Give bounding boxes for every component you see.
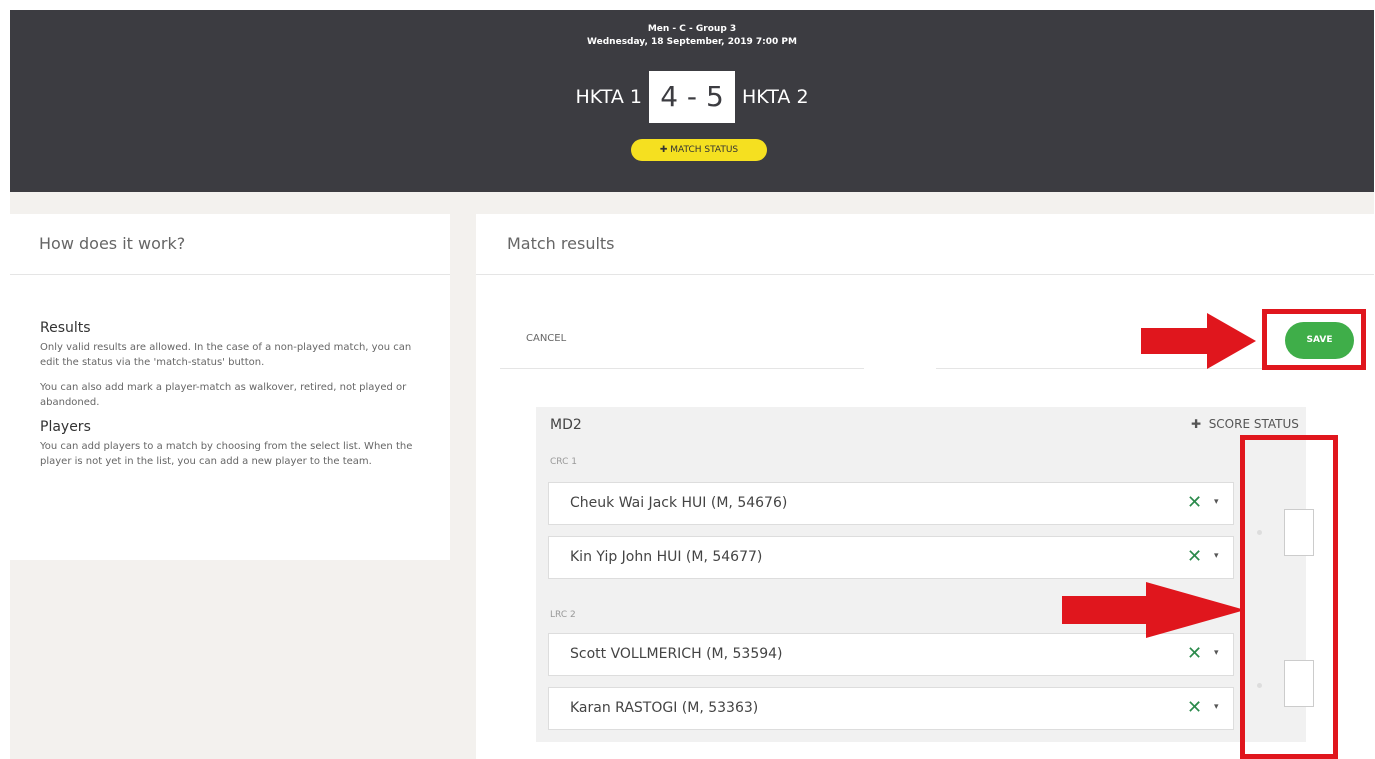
clear-icon[interactable]: ✕ (1187, 697, 1202, 718)
results-text-2: You can also add mark a player-match as … (40, 382, 407, 408)
plus-icon: ✚ (659, 145, 671, 155)
match-status-label: MATCH STATUS (670, 145, 739, 155)
away-team: HKTA 2 (742, 86, 809, 108)
scoreline: HKTA 1 4 - 5 HKTA 2 (10, 71, 1374, 123)
help-title: How does it work? (10, 214, 450, 275)
save-highlight-box (1262, 309, 1366, 370)
clear-icon[interactable]: ✕ (1187, 546, 1202, 567)
chevron-down-icon[interactable]: ▾ (1214, 551, 1219, 561)
chevron-down-icon[interactable]: ▾ (1214, 497, 1219, 507)
clear-icon[interactable]: ✕ (1187, 492, 1202, 513)
arrow-right-icon (1141, 313, 1256, 369)
match-date: Wednesday, 18 September, 2019 7:00 PM (587, 37, 797, 47)
match-results-title: Match results (476, 214, 1374, 275)
players-text: You can add players to a match by choosi… (40, 441, 413, 467)
clear-icon[interactable]: ✕ (1187, 643, 1202, 664)
match-block: MD2 ✚ SCORE STATUS CRC 1 Cheuk Wai Jack … (536, 407, 1306, 742)
divider (500, 368, 864, 369)
score-status-label: SCORE STATUS (1208, 417, 1299, 431)
team2-label: LRC 2 (550, 610, 576, 620)
player-name: Scott VOLLMERICH (M, 53594) (570, 646, 783, 662)
home-team: HKTA 1 (575, 86, 642, 108)
plus-icon: ✚ (1191, 417, 1209, 431)
match-status-button[interactable]: ✚ MATCH STATUS (631, 139, 767, 161)
score-status-button[interactable]: ✚ SCORE STATUS (1191, 417, 1299, 431)
score-input-highlight-box (1240, 435, 1338, 759)
player-select[interactable]: Kin Yip John HUI (M, 54677) ✕ ▾ (548, 536, 1234, 579)
player-name: Kin Yip John HUI (M, 54677) (570, 549, 763, 565)
chevron-down-icon[interactable]: ▾ (1214, 702, 1219, 712)
player-select[interactable]: Scott VOLLMERICH (M, 53594) ✕ ▾ (548, 633, 1234, 676)
cancel-button[interactable]: CANCEL (526, 333, 566, 344)
help-content: Results Only valid results are allowed. … (10, 321, 450, 469)
results-heading: Results (40, 320, 91, 336)
chevron-down-icon[interactable]: ▾ (1214, 648, 1219, 658)
players-heading: Players (40, 419, 91, 435)
arrow-right-icon (1062, 582, 1245, 638)
help-card: How does it work? Results Only valid res… (10, 214, 450, 560)
player-name: Karan RASTOGI (M, 53363) (570, 700, 759, 716)
team1-label: CRC 1 (550, 457, 577, 467)
player-name: Cheuk Wai Jack HUI (M, 54676) (570, 495, 788, 511)
match-name: MD2 (550, 417, 582, 433)
player-select[interactable]: Karan RASTOGI (M, 53363) ✕ ▾ (548, 687, 1234, 730)
match-header: Men - C - Group 3 Wednesday, 18 Septembe… (10, 10, 1374, 192)
match-score: 4 - 5 (649, 71, 735, 123)
player-select[interactable]: Cheuk Wai Jack HUI (M, 54676) ✕ ▾ (548, 482, 1234, 525)
results-text-1: Only valid results are allowed. In the c… (40, 342, 412, 368)
match-category: Men - C - Group 3 (647, 24, 737, 34)
